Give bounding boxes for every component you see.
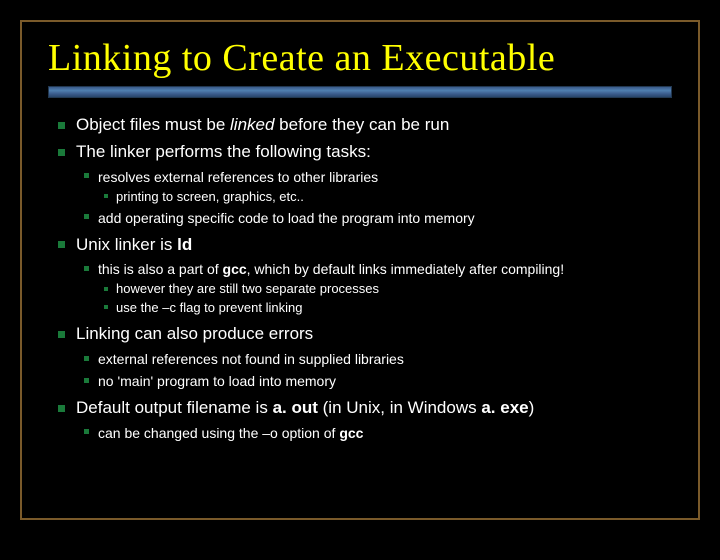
bullet-item: no 'main' program to load into memory xyxy=(76,372,672,391)
bullet-text: this is also a part of xyxy=(98,261,223,277)
bullet-item: however they are still two separate proc… xyxy=(98,281,672,298)
bullet-text: before they can be run xyxy=(274,115,449,134)
bullet-bold: a. exe xyxy=(481,398,528,417)
bullet-item: printing to screen, graphics, etc.. xyxy=(98,189,672,206)
bullet-item: Object files must be linked before they … xyxy=(48,114,672,137)
bullet-emph: linked xyxy=(230,115,274,134)
bullet-bold: gcc xyxy=(223,261,247,277)
bullet-item: Unix linker is ld this is also a part of… xyxy=(48,234,672,318)
bullet-item: use the –c flag to prevent linking xyxy=(98,300,672,317)
bullet-item: external references not found in supplie… xyxy=(76,350,672,369)
bullet-bold: ld xyxy=(177,235,192,254)
bullet-item: can be changed using the –o option of gc… xyxy=(76,424,672,443)
bullet-bold: a. out xyxy=(273,398,318,417)
bullet-text: can be changed using the –o option of xyxy=(98,425,339,441)
bullet-bold: gcc xyxy=(339,425,363,441)
bullet-text: Object files must be xyxy=(76,115,230,134)
bullet-item: Linking can also produce errors external… xyxy=(48,323,672,391)
slide-title: Linking to Create an Executable xyxy=(48,36,672,80)
slide: Linking to Create an Executable Object f… xyxy=(20,20,700,520)
bullet-text: , which by default links immediately aft… xyxy=(247,261,564,277)
bullet-item: this is also a part of gcc, which by def… xyxy=(76,260,672,317)
bullet-text: external references not found in supplie… xyxy=(98,351,404,367)
bullet-item: resolves external references to other li… xyxy=(76,168,672,206)
bullet-text: no 'main' program to load into memory xyxy=(98,373,336,389)
bullet-text: use the –c flag to prevent linking xyxy=(116,300,302,315)
bullet-text: Unix linker is xyxy=(76,235,177,254)
bullet-text: add operating specific code to load the … xyxy=(98,210,475,226)
bullet-item: Default output filename is a. out (in Un… xyxy=(48,397,672,443)
bullet-item: The linker performs the following tasks:… xyxy=(48,141,672,228)
bullet-text: Linking can also produce errors xyxy=(76,324,313,343)
bullet-text: resolves external references to other li… xyxy=(98,169,378,185)
bullet-item: add operating specific code to load the … xyxy=(76,209,672,228)
bullet-text: (in Unix, in Windows xyxy=(318,398,481,417)
title-divider xyxy=(48,86,672,98)
bullet-text: however they are still two separate proc… xyxy=(116,281,379,296)
bullet-text: printing to screen, graphics, etc.. xyxy=(116,189,304,204)
bullet-text: Default output filename is xyxy=(76,398,273,417)
bullet-text: The linker performs the following tasks: xyxy=(76,142,371,161)
bullet-text: ) xyxy=(529,398,535,417)
bullet-list: Object files must be linked before they … xyxy=(48,114,672,443)
